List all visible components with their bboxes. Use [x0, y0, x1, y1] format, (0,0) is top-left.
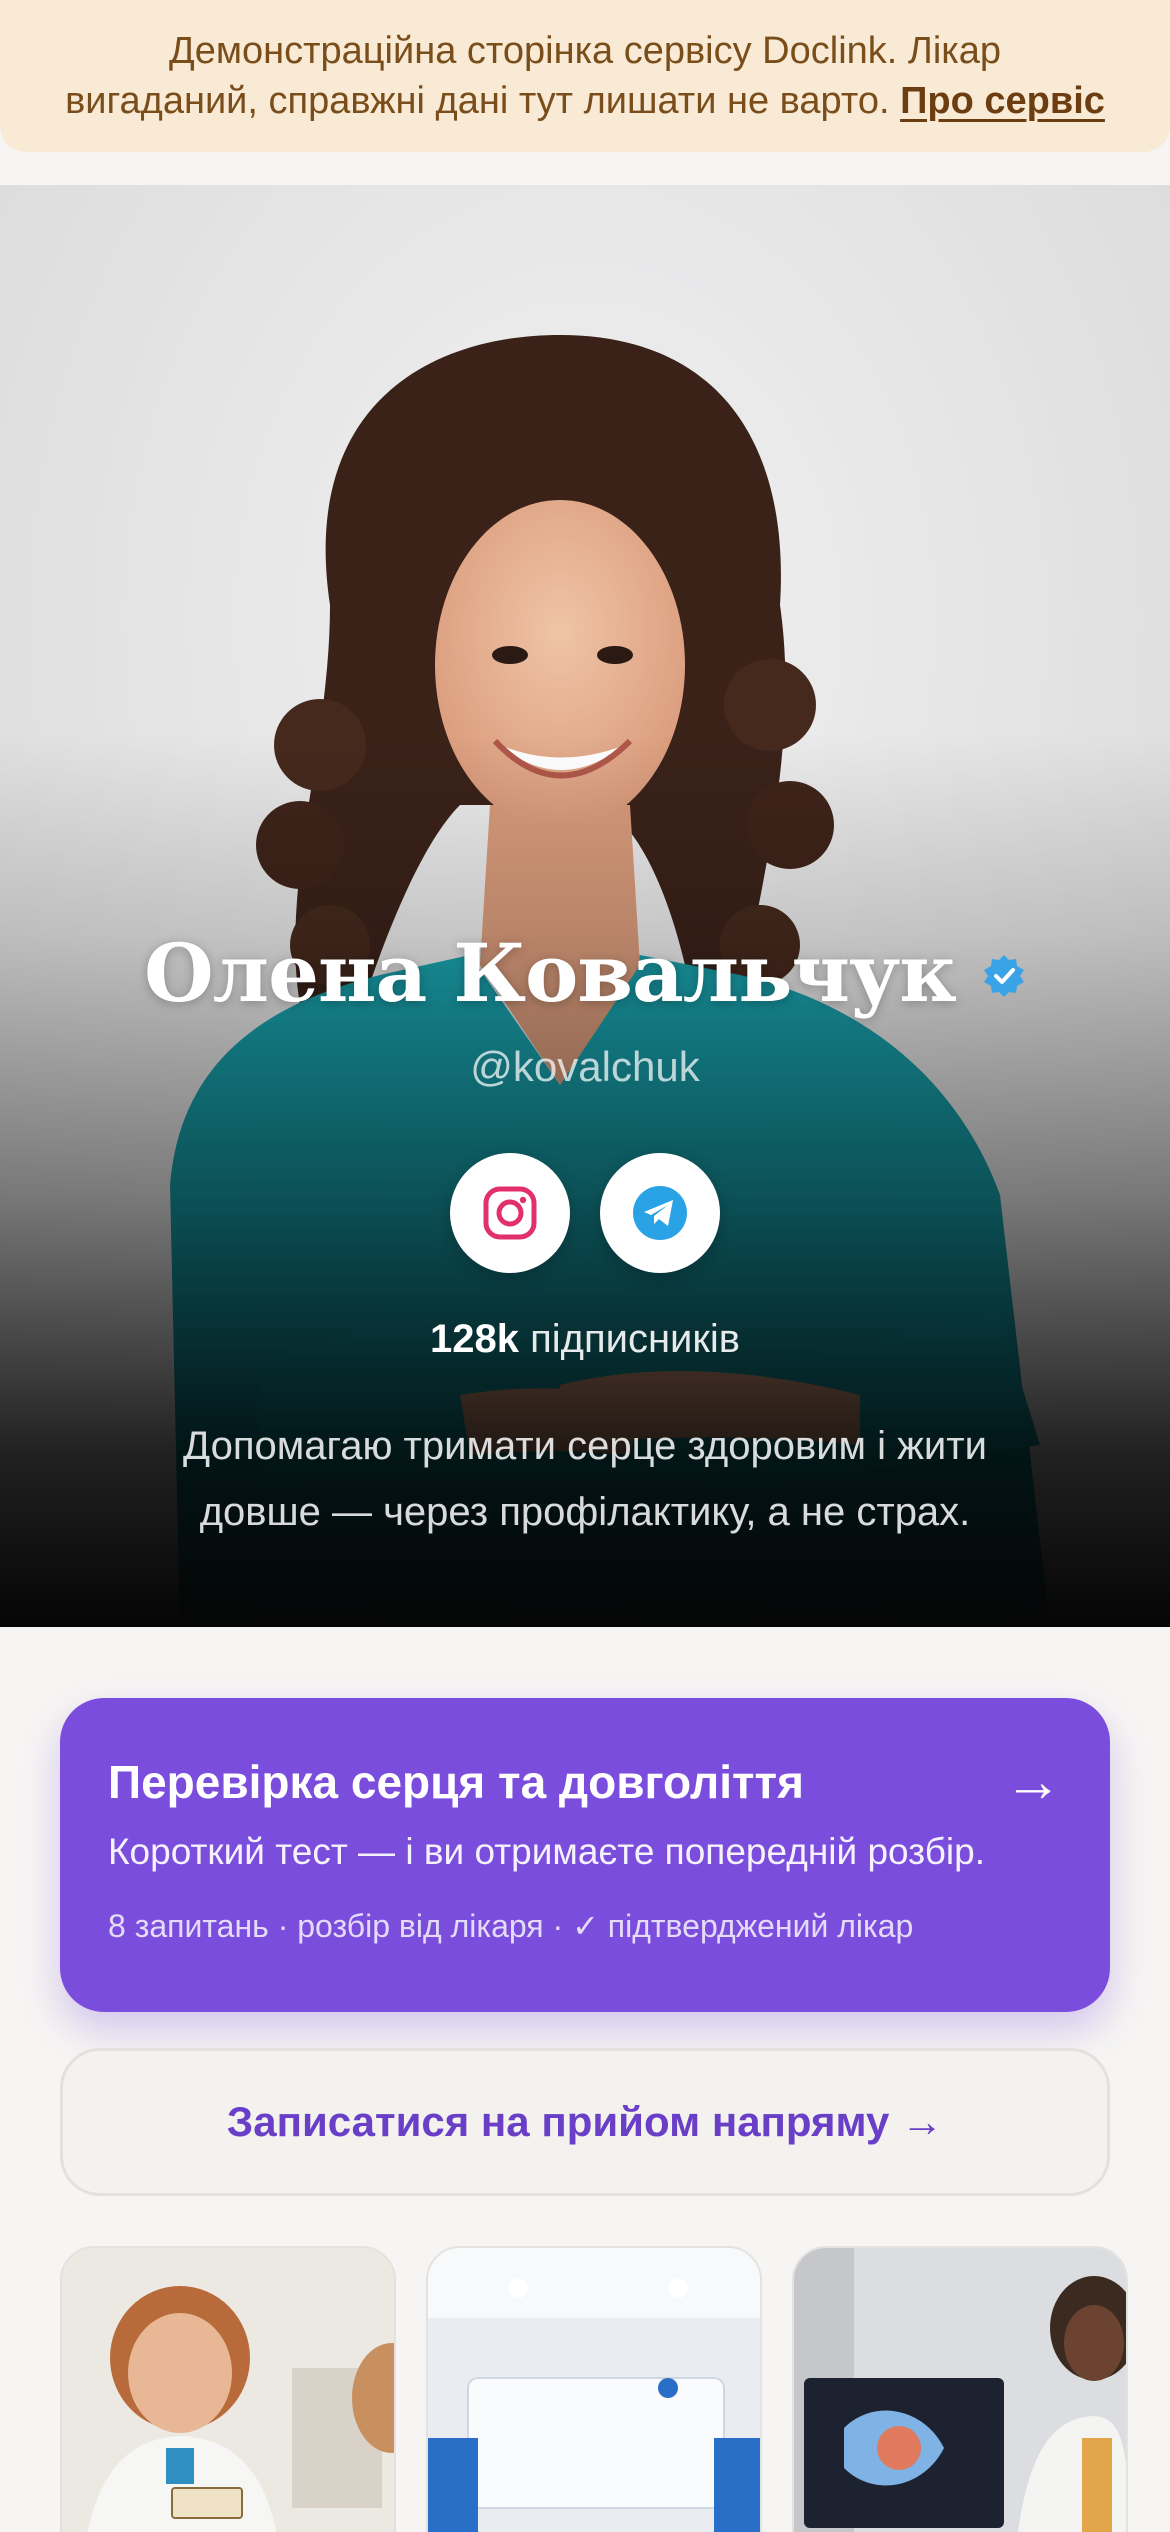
photo-gallery [60, 2246, 1170, 2532]
followers-count: 128k підписників [0, 1317, 1170, 1362]
telegram-icon [633, 1186, 687, 1240]
heart-longevity-quiz-card[interactable]: Перевірка серця та довголіття → Короткий… [60, 1698, 1110, 2012]
doctor-with-scan-image [794, 2248, 1126, 2532]
quiz-subtitle: Короткий тест — і ви отримаєте попередні… [108, 1831, 985, 1872]
gallery-photo-doctor-with-patient[interactable] [60, 2246, 396, 2532]
verified-badge-icon [984, 955, 1025, 997]
about-service-link[interactable]: Про сервіс [900, 80, 1105, 122]
doctor-with-patient-image [62, 2248, 394, 2532]
gallery-photo-doctor-with-scan[interactable] [792, 2246, 1128, 2532]
book-appointment-button[interactable]: Записатися на прийом напряму → [60, 2048, 1110, 2196]
followers-number: 128k [429, 1317, 519, 1361]
clinic-interior-image [428, 2248, 760, 2532]
arrow-right-icon: → [1004, 1749, 1062, 1814]
doctor-bio: Допомагаю тримати серце здоровим і жити … [183, 1424, 987, 1534]
followers-label: підписників [530, 1317, 741, 1361]
demo-banner: Демонстраційна сторінка сервісу Doclink.… [0, 0, 1170, 152]
demo-banner-text-line1: Демонстраційна сторінка сервісу Doclink.… [169, 30, 1001, 72]
profile-hero: Олена Ковальчук @kovalchuk 128k підписни… [0, 185, 1170, 1627]
doctor-name: Олена Ковальчук [143, 926, 957, 1020]
quiz-meta: 8 запитань · розбір від лікаря · ✓ підтв… [108, 1908, 914, 1944]
doctor-handle: @kovalchuk [470, 1043, 700, 1090]
doctor-name-row: Олена Ковальчук [0, 923, 1170, 1023]
instagram-button[interactable] [450, 1153, 570, 1273]
demo-banner-text-line2: вигаданий, справжні дані тут лишати не в… [65, 80, 890, 122]
telegram-button[interactable] [600, 1153, 720, 1273]
quiz-title: Перевірка серця та довголіття [108, 1756, 804, 1808]
gallery-photo-clinic-interior[interactable] [426, 2246, 762, 2532]
social-links [0, 1153, 1170, 1273]
instagram-icon [483, 1186, 537, 1240]
